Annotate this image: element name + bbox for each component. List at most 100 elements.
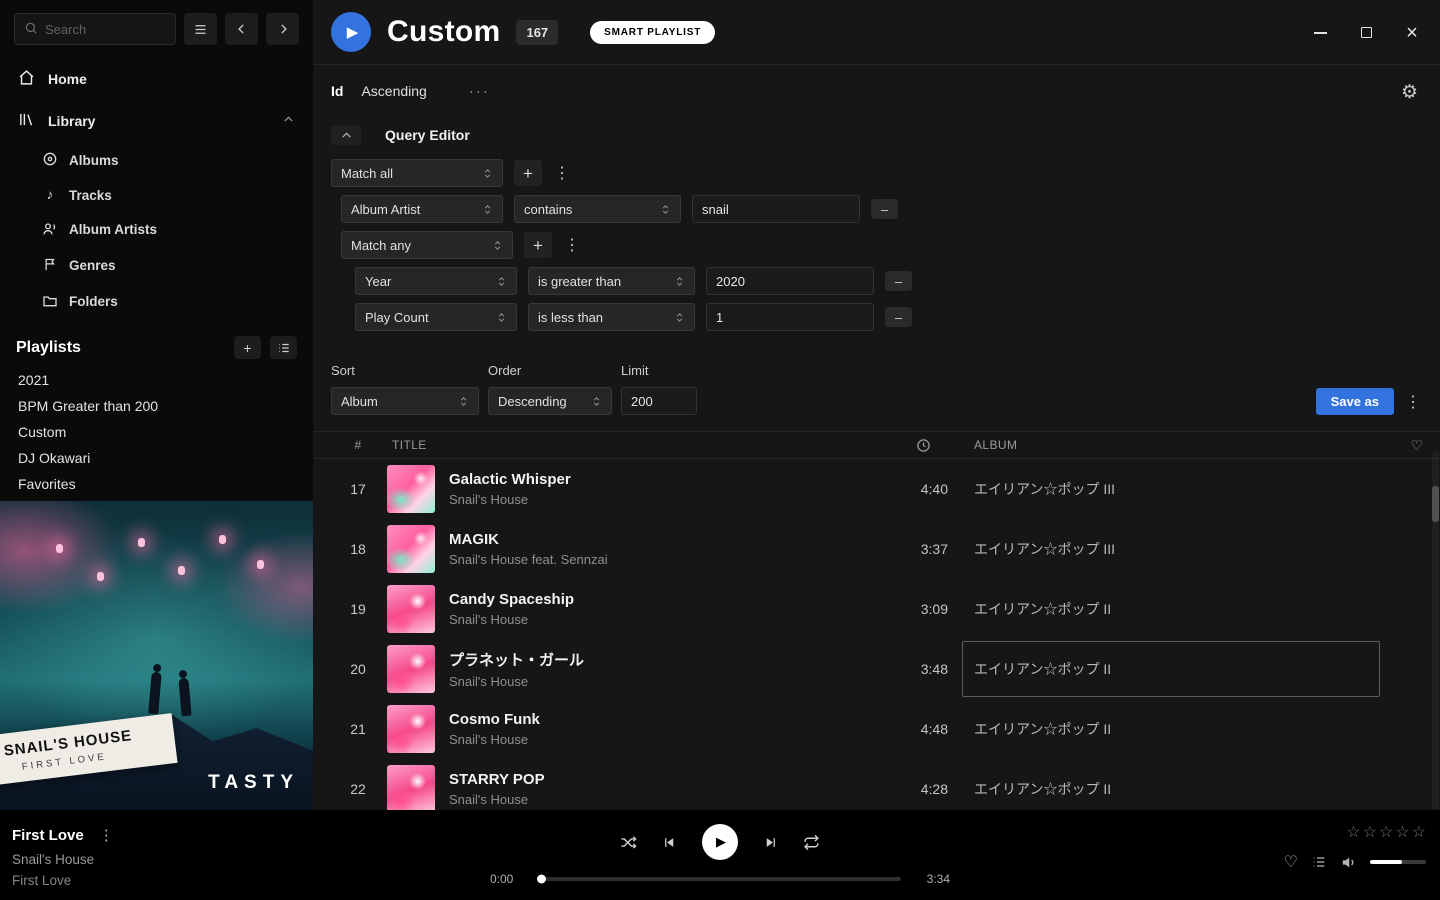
- sort-field-label[interactable]: Id: [331, 83, 343, 99]
- column-album[interactable]: ALBUM: [962, 438, 1394, 452]
- settings-gear-icon[interactable]: ⚙: [1401, 81, 1418, 104]
- maximize-button[interactable]: [1358, 25, 1374, 41]
- track-row[interactable]: 22 STARRY POP Snail's House 4:28 エイリアン☆ポ…: [329, 759, 1440, 810]
- nav-back-button[interactable]: [225, 13, 258, 45]
- rule-value-input[interactable]: [706, 303, 874, 331]
- match-any-select[interactable]: Match any: [341, 231, 513, 259]
- sidebar-item-label: Genres: [69, 258, 116, 273]
- track-menu-button[interactable]: ⋮: [99, 826, 114, 844]
- sidebar-item-folders[interactable]: Folders: [0, 284, 313, 321]
- sidebar-item-album-artists[interactable]: Album Artists: [0, 212, 313, 249]
- menu-button[interactable]: [184, 13, 217, 45]
- now-playing-artwork[interactable]: SNAIL'S HOUSE FIRST LOVE TASTY: [0, 501, 313, 810]
- sidebar-nav: Home Library Albums: [0, 58, 313, 320]
- playlist-item[interactable]: Favorites: [16, 471, 297, 497]
- seek-knob[interactable]: [537, 875, 546, 884]
- close-button[interactable]: ×: [1404, 25, 1420, 41]
- rule-field-select[interactable]: Play Count: [355, 303, 517, 331]
- favorite-heart-button[interactable]: ♡: [1284, 852, 1298, 872]
- rule-value-input[interactable]: [692, 195, 860, 223]
- sort-direction-label[interactable]: Ascending: [361, 83, 426, 99]
- rule-field-select[interactable]: Album Artist: [341, 195, 503, 223]
- remove-rule-button[interactable]: –: [871, 199, 898, 219]
- track-title-block: MAGIK Snail's House feat. Sennzai: [449, 531, 884, 567]
- minimize-button[interactable]: [1312, 25, 1328, 41]
- save-menu-button[interactable]: ⋮: [1404, 389, 1422, 415]
- rule-value-input[interactable]: [706, 267, 874, 295]
- sort-select[interactable]: Album: [331, 387, 479, 415]
- track-row[interactable]: 21 Cosmo Funk Snail's House 4:48 エイリアン☆ポ…: [329, 699, 1440, 759]
- more-options-button[interactable]: ···: [469, 83, 490, 100]
- track-album[interactable]: エイリアン☆ポップ II: [962, 701, 1380, 757]
- track-album[interactable]: エイリアン☆ポップ III: [962, 461, 1380, 517]
- queue-button[interactable]: [1311, 854, 1327, 870]
- group-menu-button[interactable]: ⋮: [563, 232, 581, 258]
- track-row[interactable]: 19 Candy Spaceship Snail's House 3:09 エイ…: [329, 579, 1440, 639]
- track-album[interactable]: エイリアン☆ポップ III: [962, 521, 1380, 577]
- previous-track-button[interactable]: [662, 835, 677, 850]
- track-album[interactable]: エイリアン☆ポップ II: [962, 761, 1380, 810]
- add-rule-button[interactable]: +: [524, 232, 552, 258]
- star-icon[interactable]: ☆: [1379, 822, 1393, 842]
- volume-icon[interactable]: [1340, 854, 1357, 871]
- star-icon[interactable]: ☆: [1412, 822, 1426, 842]
- rule-operator-select[interactable]: is greater than: [528, 267, 695, 295]
- sidebar-item-home[interactable]: Home: [0, 58, 313, 100]
- artwork-label: TASTY: [208, 772, 299, 794]
- star-icon[interactable]: ☆: [1395, 822, 1409, 842]
- volume-slider[interactable]: [1370, 860, 1426, 864]
- query-editor-collapse-button[interactable]: [331, 125, 361, 145]
- group-menu-button[interactable]: ⋮: [553, 160, 571, 186]
- search-input[interactable]: [45, 22, 166, 37]
- playlist-item[interactable]: BPM Greater than 200: [16, 393, 297, 419]
- rule-field-select[interactable]: Year: [355, 267, 517, 295]
- play-pause-button[interactable]: ▶: [702, 824, 738, 860]
- flag-icon: [42, 257, 58, 275]
- playlist-view-button[interactable]: [270, 336, 297, 359]
- track-row[interactable]: 20 プラネット・ガール Snail's House 3:48 エイリアン☆ポッ…: [329, 639, 1440, 699]
- scrollbar-thumb[interactable]: [1432, 486, 1439, 522]
- playlist-item[interactable]: DJ Okawari: [16, 445, 297, 471]
- playlist-item[interactable]: 2021: [16, 367, 297, 393]
- track-row[interactable]: 18 MAGIK Snail's House feat. Sennzai 3:3…: [329, 519, 1440, 579]
- remove-rule-button[interactable]: –: [885, 271, 912, 291]
- shuffle-button[interactable]: [620, 834, 637, 851]
- column-number[interactable]: #: [329, 438, 387, 452]
- track-title: MAGIK: [449, 531, 874, 548]
- track-title-block: Galactic Whisper Snail's House: [449, 471, 884, 507]
- star-icon[interactable]: ☆: [1346, 822, 1360, 842]
- add-rule-button[interactable]: +: [514, 160, 542, 186]
- track-duration: 3:37: [884, 541, 962, 557]
- add-playlist-button[interactable]: +: [234, 336, 261, 359]
- column-title[interactable]: TITLE: [387, 438, 884, 452]
- track-duration: 4:28: [884, 781, 962, 797]
- star-icon[interactable]: ☆: [1363, 822, 1377, 842]
- track-album[interactable]: エイリアン☆ポップ II: [962, 581, 1380, 637]
- track-album[interactable]: エイリアン☆ポップ II: [962, 641, 1380, 697]
- sidebar-item-albums[interactable]: Albums: [0, 142, 313, 179]
- track-duration: 3:09: [884, 601, 962, 617]
- playlist-item[interactable]: Custom: [16, 419, 297, 445]
- duration-column-clock-icon[interactable]: [884, 438, 962, 453]
- seek-bar[interactable]: [539, 877, 901, 881]
- order-select[interactable]: Descending: [488, 387, 612, 415]
- remove-rule-button[interactable]: –: [885, 307, 912, 327]
- track-row[interactable]: 17 Galactic Whisper Snail's House 4:40 エ…: [329, 459, 1440, 519]
- save-as-button[interactable]: Save as: [1316, 388, 1394, 415]
- repeat-button[interactable]: [803, 834, 820, 851]
- sidebar-item-tracks[interactable]: ♪ Tracks: [0, 179, 313, 212]
- collapse-chevron-icon[interactable]: [282, 113, 295, 129]
- next-track-button[interactable]: [763, 835, 778, 850]
- track-artist: Snail's House feat. Sennzai: [449, 552, 874, 567]
- rule-operator-select[interactable]: contains: [514, 195, 681, 223]
- play-playlist-button[interactable]: ▶: [331, 12, 371, 52]
- sidebar-item-genres[interactable]: Genres: [0, 248, 313, 284]
- favorite-column-heart-icon[interactable]: ♡: [1394, 437, 1440, 454]
- sidebar-item-label: Home: [48, 71, 87, 87]
- plus-icon: +: [523, 164, 533, 183]
- limit-input[interactable]: [621, 387, 697, 415]
- nav-forward-button[interactable]: [266, 13, 299, 45]
- match-all-select[interactable]: Match all: [331, 159, 503, 187]
- rule-operator-select[interactable]: is less than: [528, 303, 695, 331]
- sidebar-item-library[interactable]: Library: [0, 100, 313, 142]
